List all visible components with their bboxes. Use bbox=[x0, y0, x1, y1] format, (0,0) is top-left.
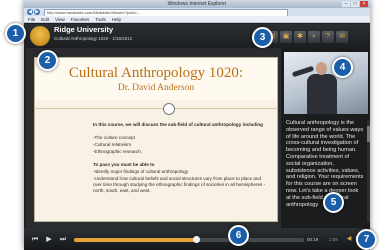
slide-bullet: -Understand how cultural beliefs and soc… bbox=[93, 176, 266, 194]
callout-2: 2 bbox=[37, 50, 58, 71]
playback-buttons: ⏮ ▶ ⏭ bbox=[30, 235, 68, 244]
settings-icon[interactable]: ✱ bbox=[294, 31, 306, 43]
slide-author: Dr. David Anderson bbox=[117, 83, 195, 93]
slide-intro: In this course, we will discuss the sub-… bbox=[93, 122, 263, 127]
presenter-figure bbox=[316, 62, 327, 75]
play-icon[interactable]: ▶ bbox=[44, 235, 54, 244]
callout-1: 1 bbox=[5, 23, 26, 44]
callout-5: 5 bbox=[323, 192, 344, 213]
time-total: 1:09 bbox=[329, 237, 338, 242]
window-titlebar: Windows Internet Explorer bbox=[24, 0, 370, 8]
browser-window: Windows Internet Explorer – □ × ◀ ▶ http… bbox=[24, 0, 370, 250]
window-controls: – □ × bbox=[342, 1, 368, 7]
menu-help[interactable]: Help bbox=[112, 16, 121, 22]
skip-back-icon[interactable]: ⏮ bbox=[30, 235, 40, 244]
menu-tools[interactable]: Tools bbox=[95, 16, 106, 22]
volume-icon[interactable]: ◀ bbox=[346, 235, 352, 244]
close-button[interactable]: × bbox=[360, 1, 368, 7]
forward-button[interactable]: ▶ bbox=[34, 9, 40, 15]
slide-bullet: -Identify major findings of cultural ant… bbox=[93, 169, 189, 174]
transcript-scroll-thumb[interactable] bbox=[367, 126, 370, 142]
slide-divider bbox=[35, 108, 277, 109]
progress-handle[interactable] bbox=[192, 236, 200, 243]
callout-3: 3 bbox=[252, 27, 273, 48]
minimize-button[interactable]: – bbox=[342, 1, 350, 7]
menu-file[interactable]: File bbox=[28, 16, 35, 22]
slide-ring-icon bbox=[163, 103, 175, 115]
menu-bar: File Edit View Favorites Tools Help bbox=[24, 16, 370, 23]
share-icon[interactable]: ✉ bbox=[336, 31, 348, 43]
slide-title: Cultural Anthropology 1020: bbox=[68, 65, 244, 81]
slide-bullet: -Cultural relativism bbox=[93, 142, 132, 147]
slide-bullet: -Ethnographic research. bbox=[93, 149, 143, 154]
back-button[interactable]: ◀ bbox=[27, 9, 33, 15]
slides-icon[interactable]: ▣ bbox=[280, 31, 292, 43]
menu-edit[interactable]: Edit bbox=[41, 16, 49, 22]
player-toolbar: ▤ ▣ ✱ ⌕ ? ✉ bbox=[266, 31, 368, 44]
callout-7: 7 bbox=[356, 229, 377, 250]
slide-subhead: To pass you must be able to bbox=[93, 162, 155, 167]
time-current: 00:19 bbox=[307, 237, 319, 242]
nav-buttons: ◀ ▶ bbox=[27, 9, 40, 15]
menu-view[interactable]: View bbox=[55, 16, 65, 22]
callout-6: 6 bbox=[228, 225, 249, 246]
slide-bullet: -The culture concept bbox=[93, 135, 135, 140]
menu-favorites[interactable]: Favorites bbox=[71, 16, 90, 22]
presenter-figure bbox=[307, 74, 337, 114]
search-icon[interactable]: ⌕ bbox=[308, 31, 320, 43]
university-name: Ridge University bbox=[54, 25, 114, 34]
university-logo bbox=[30, 26, 50, 46]
progress-fill bbox=[74, 238, 196, 242]
callout-4: 4 bbox=[332, 57, 353, 78]
maximize-button[interactable]: □ bbox=[351, 1, 359, 7]
skip-forward-icon[interactable]: ⏭ bbox=[58, 235, 68, 244]
course-title: Cultural Anthropology 1020 - 1/16/2012 bbox=[54, 36, 133, 41]
help-icon[interactable]: ? bbox=[322, 31, 334, 43]
